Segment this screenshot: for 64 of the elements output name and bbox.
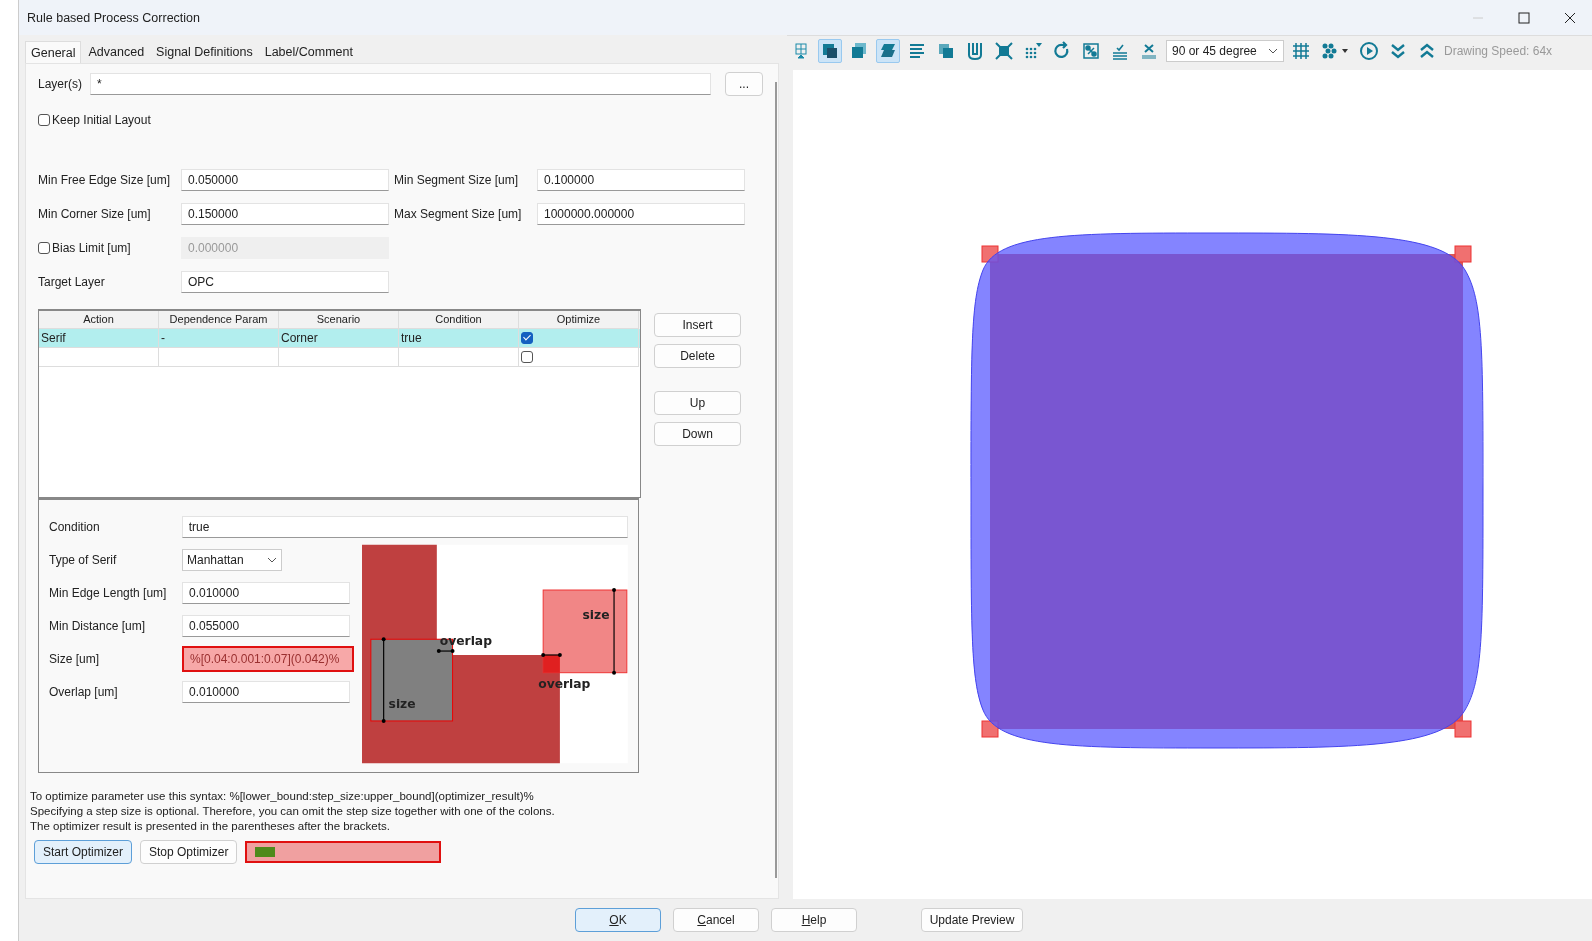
checkbox[interactable] [521,351,533,363]
field-label: Size [um] [49,651,100,666]
overlap-squares-icon[interactable] [818,39,842,63]
field-label: Min Free Edge Size [um] [38,173,172,187]
help-text: The optimizer result is presented in the parentheses after the brackets. [30,819,391,834]
field-label: Min Edge Length [um] [49,585,168,600]
diagram-label: overlap [439,634,493,649]
input-field[interactable]: 0.010000 [182,680,350,703]
diagram-label: size [582,607,610,622]
input-field[interactable]: 0.010000 [182,581,350,604]
field-label: Min Corner Size [um] [38,207,152,221]
layers-field[interactable]: * [90,73,711,95]
input-field[interactable]: 0.100000 [537,169,745,191]
chevron-down-icon [267,556,277,563]
input-field[interactable]: true [181,515,628,538]
start-optimizer-button[interactable]: Start Optimizer [34,840,132,864]
table-cell-text: Corner [281,330,318,347]
dialog-button[interactable]: Help [771,908,857,932]
input-field[interactable]: OPC [181,271,389,293]
field-label: Layer(s) [38,77,82,91]
diagram-label: size [388,697,416,712]
checkbox[interactable] [521,332,533,344]
input-field[interactable]: 0.055000 [182,614,350,637]
dimension-line [541,653,563,657]
field-label: Overlap [um] [49,684,119,699]
table-cell-text: Serif [41,330,66,347]
field-label: Min Segment Size [um] [394,173,520,187]
input-field[interactable]: 1000000.000000 [537,203,745,225]
help-text: Specifying a step size is optional. Therefore, you can omit the step size together with one of the colons. [30,804,556,819]
dropdown[interactable]: Manhattan [182,548,282,571]
input-field[interactable]: 0.150000 [181,203,389,225]
drawing-speed-label: Drawing Speed: 64x [1444,44,1553,58]
table-cell-text: true [401,330,422,347]
maximize-icon[interactable] [1518,11,1530,24]
help-text: To optimize parameter use this syntax: %[lower_bound:step_size:upper_bound](optimizer_result)% [30,789,535,804]
window-title: Rule based Process Correction [27,10,200,25]
checkbox-label: Keep Initial Layout [52,113,151,127]
table-button[interactable]: Delete [654,344,741,368]
tab[interactable]: General [25,41,82,63]
input-field[interactable]: %[0.04:0.001:0.07](0.042)% [182,645,354,672]
field-label: Condition [49,519,101,534]
field-label: Min Distance [um] [49,618,147,633]
dimension-line [437,649,455,653]
checkbox[interactable] [38,114,50,126]
browse-button[interactable]: ... [725,72,763,96]
table-row[interactable]: Serif - Corner true [39,329,640,348]
table-cell-text: - [161,330,165,347]
close-icon[interactable] [1564,11,1576,24]
dialog-button[interactable]: OK [575,908,661,932]
chevron-down-icon [1268,48,1278,54]
table-button[interactable]: Up [654,391,741,415]
table-button[interactable]: Down [654,422,741,446]
field-label: Target Layer [38,275,106,289]
stop-optimizer-button[interactable]: Stop Optimizer [140,840,238,864]
input-field[interactable]: 0.050000 [181,169,389,191]
field-label: Max Segment Size [um] [394,207,523,221]
layers-icon[interactable] [876,39,900,63]
update-preview-button[interactable]: Update Preview [921,908,1023,932]
angle-dropdown[interactable]: 90 or 45 degree [1166,40,1284,62]
table-button[interactable]: Insert [654,313,741,337]
checkbox-label: Bias Limit [um] [52,241,131,255]
field-label: Type of Serif [49,552,118,567]
play-icon[interactable] [1357,39,1381,63]
dialog-button[interactable]: Cancel [673,908,759,932]
